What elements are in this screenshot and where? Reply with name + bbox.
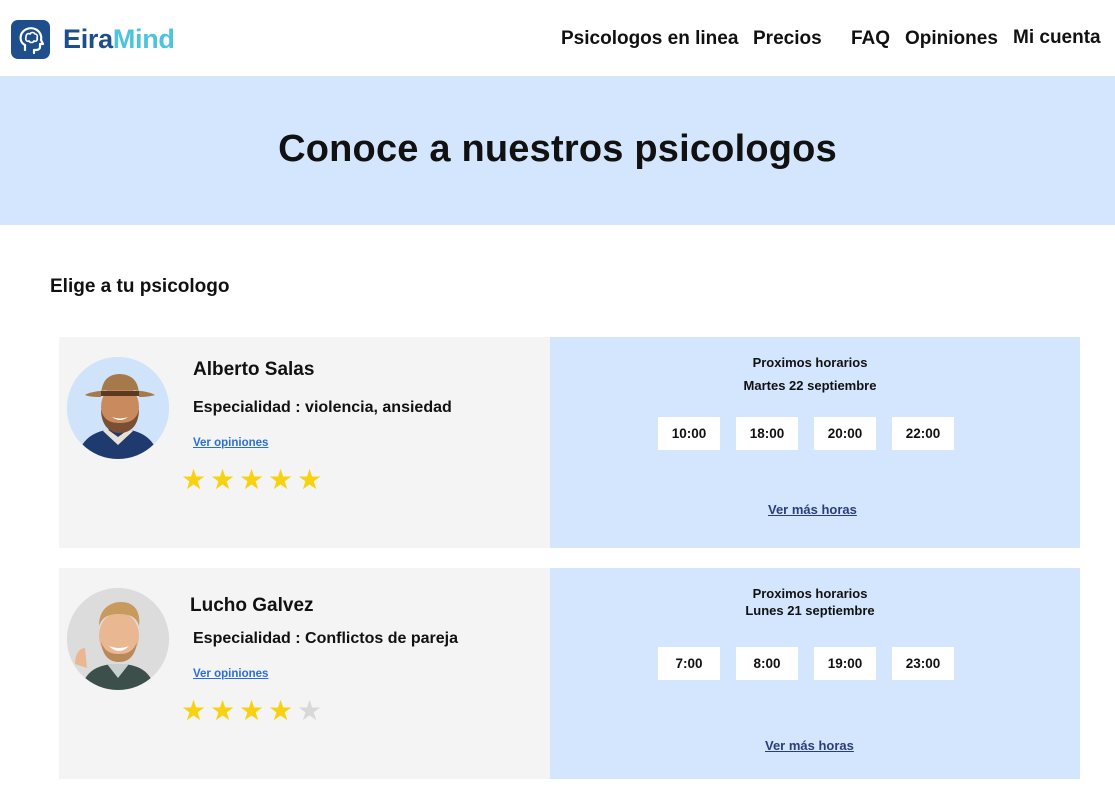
psychologist-card: Lucho Galvez Especialidad : Conflictos d…: [59, 568, 1080, 779]
schedule-date: Lunes 21 septiembre: [745, 603, 875, 618]
hero-title: Conoce a nuestros psicologos: [278, 128, 837, 170]
time-slot[interactable]: 18:00: [736, 417, 798, 450]
brand-name: EiraMind: [63, 24, 175, 55]
star-icon: ★: [238, 464, 265, 495]
site-header: EiraMind Psicologos en linea Precios FAQ…: [0, 0, 1115, 76]
profile-panel: Alberto Salas Especialidad : violencia, …: [59, 337, 550, 548]
nav-mi-cuenta[interactable]: Mi cuenta: [1013, 27, 1101, 49]
brand-name-part2: Mind: [112, 24, 175, 54]
avatar: [67, 357, 169, 459]
star-icon: ★: [209, 464, 236, 495]
time-slot[interactable]: 19:00: [814, 647, 876, 680]
nav-opiniones[interactable]: Opiniones: [905, 28, 998, 50]
section-title: Elige a tu psicologo: [50, 276, 230, 297]
nav-precios[interactable]: Precios: [753, 28, 822, 50]
psychologist-name: Alberto Salas: [193, 359, 315, 380]
nav-psicologos[interactable]: Psicologos en linea: [561, 28, 738, 50]
schedule-title: Proximos horarios: [752, 586, 868, 601]
time-slot[interactable]: 7:00: [658, 647, 720, 680]
star-icon: ★: [296, 464, 323, 495]
star-icon: ★: [180, 464, 207, 495]
time-slot[interactable]: 23:00: [892, 647, 954, 680]
brand-logo[interactable]: EiraMind: [11, 20, 175, 59]
schedule-title: Proximos horarios: [752, 355, 868, 370]
star-icon: ★: [267, 464, 294, 495]
time-slot[interactable]: 22:00: [892, 417, 954, 450]
schedule-panel: Proximos horarios Lunes 21 septiembre 7:…: [550, 568, 1080, 779]
psychologist-specialty: Especialidad : Conflictos de pareja: [193, 630, 458, 647]
time-slot[interactable]: 8:00: [736, 647, 798, 680]
brain-head-icon: [11, 20, 50, 59]
rating-stars: ★ ★ ★ ★ ★: [179, 697, 324, 725]
view-opinions-link[interactable]: Ver opiniones: [193, 437, 268, 449]
more-hours-link[interactable]: Ver más horas: [765, 738, 854, 753]
view-opinions-link[interactable]: Ver opiniones: [193, 668, 268, 680]
profile-panel: Lucho Galvez Especialidad : Conflictos d…: [59, 568, 550, 779]
psychologist-name: Lucho Galvez: [190, 595, 314, 616]
psychologist-card: Alberto Salas Especialidad : violencia, …: [59, 337, 1080, 548]
star-icon: ★: [180, 695, 207, 726]
hero-banner: Conoce a nuestros psicologos: [0, 76, 1115, 225]
time-slot[interactable]: 10:00: [658, 417, 720, 450]
rating-stars: ★ ★ ★ ★ ★: [179, 466, 324, 494]
star-icon: ★: [267, 695, 294, 726]
brand-name-part1: Eira: [63, 24, 113, 54]
more-hours-link[interactable]: Ver más horas: [768, 502, 857, 517]
star-icon: ★: [209, 695, 236, 726]
psychologist-specialty: Especialidad : violencia, ansiedad: [193, 399, 452, 416]
schedule-date: Martes 22 septiembre: [743, 378, 877, 393]
schedule-panel: Proximos horarios Martes 22 septiembre 1…: [550, 337, 1080, 548]
star-icon: ★: [238, 695, 265, 726]
star-empty-icon: ★: [296, 695, 323, 726]
avatar: [67, 588, 169, 690]
nav-faq[interactable]: FAQ: [851, 28, 890, 50]
time-slot[interactable]: 20:00: [814, 417, 876, 450]
